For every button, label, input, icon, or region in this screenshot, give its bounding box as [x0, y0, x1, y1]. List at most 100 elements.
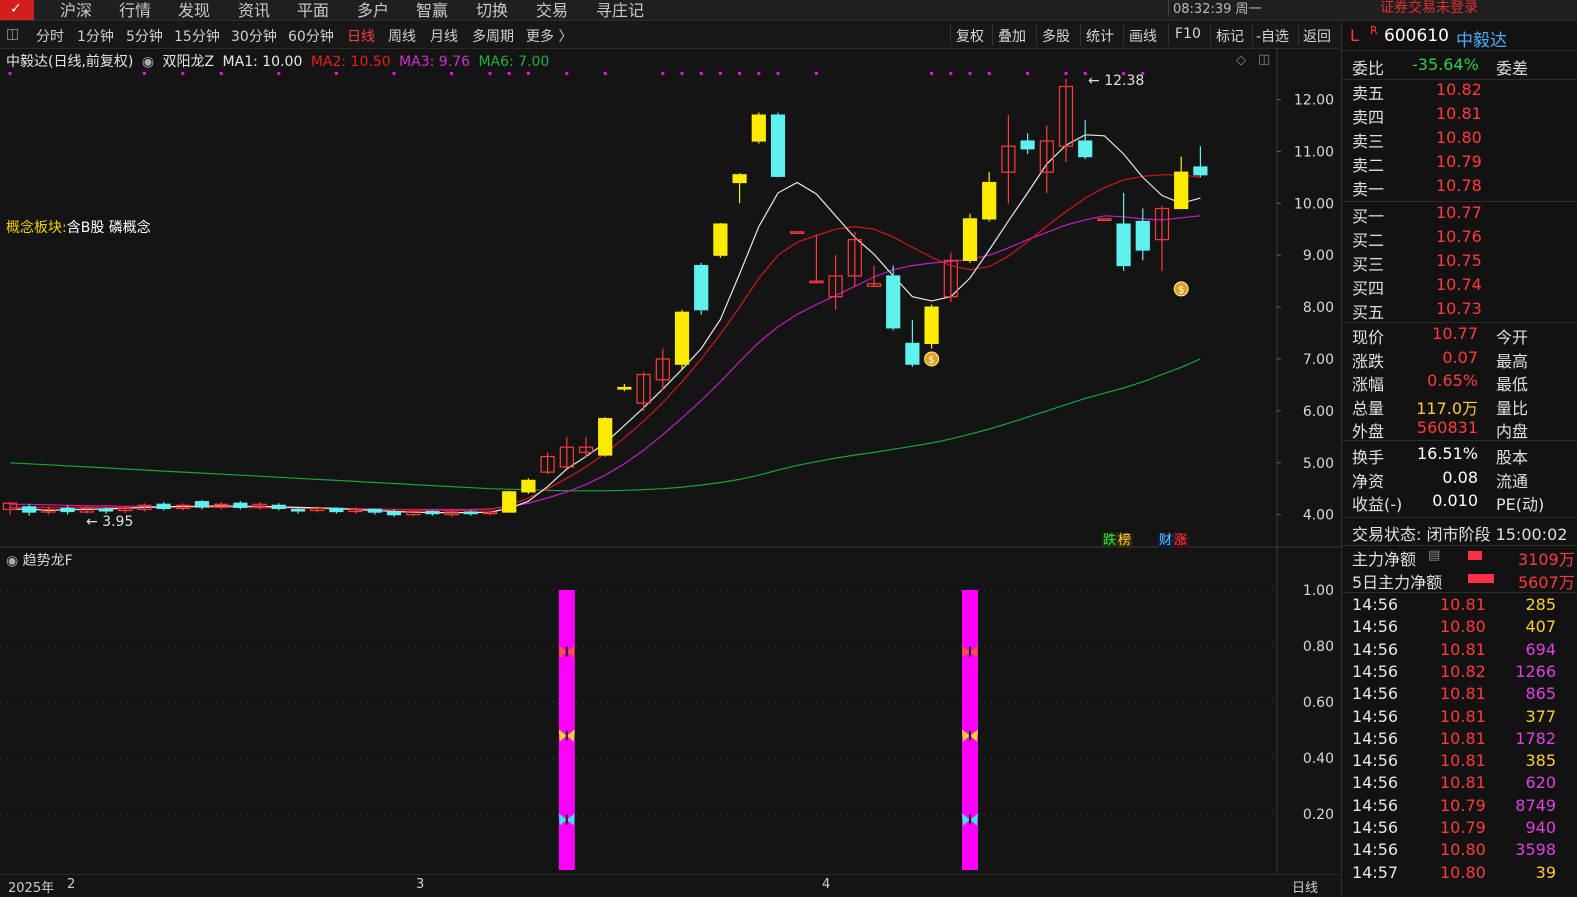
candle[interactable]: [1020, 133, 1035, 154]
candle[interactable]: [982, 172, 997, 222]
ranking-badge[interactable]: 跌榜: [1102, 529, 1133, 548]
tick-row[interactable]: 14:56 10.81 385: [1342, 751, 1577, 773]
tick-row[interactable]: 14:56 10.81 285: [1342, 595, 1577, 617]
period-60min[interactable]: 60分钟: [288, 26, 334, 46]
candle[interactable]: [636, 371, 651, 411]
buy-row[interactable]: 买二 10.76: [1342, 227, 1577, 250]
coin-marker[interactable]: $: [924, 351, 940, 367]
candle[interactable]: [194, 500, 210, 510]
period-fenshi[interactable]: 分时: [36, 26, 64, 46]
candle[interactable]: [2, 501, 18, 515]
list-icon[interactable]: ▤: [1428, 548, 1440, 563]
app-logo[interactable]: ✓: [0, 0, 34, 20]
candle[interactable]: [502, 490, 517, 513]
menu-item-pingmian[interactable]: 平面: [297, 0, 329, 21]
sub-indicator-label[interactable]: ◉ 趋势龙F: [6, 550, 73, 570]
candle[interactable]: [828, 255, 843, 310]
candle[interactable]: [790, 231, 805, 234]
period-more[interactable]: 更多 〉: [526, 26, 572, 46]
candle[interactable]: [905, 320, 920, 367]
period-weekly[interactable]: 周线: [388, 26, 416, 46]
candle[interactable]: [1078, 120, 1093, 160]
candle[interactable]: [1097, 218, 1112, 221]
candle[interactable]: [694, 262, 709, 315]
candle[interactable]: [886, 265, 901, 331]
trend-indicator-chart[interactable]: 1.00 0.80 0.60 0.40 0.20: [0, 548, 1340, 874]
sell-row[interactable]: 卖三 10.80: [1342, 128, 1577, 151]
legend-toggle-icon[interactable]: ◉: [142, 54, 154, 70]
candle[interactable]: [943, 252, 958, 302]
tick-row[interactable]: 14:56 10.80 407: [1342, 617, 1577, 639]
tick-row[interactable]: 14:56 10.81 865: [1342, 684, 1577, 706]
layout-toggle-icon[interactable]: ◫: [6, 26, 19, 42]
candle[interactable]: [1193, 146, 1208, 178]
tick-row[interactable]: 14:56 10.79 940: [1342, 818, 1577, 840]
menu-item-xunzhuangji[interactable]: 寻庄记: [596, 0, 644, 21]
period-monthly[interactable]: 月线: [430, 26, 458, 46]
menu-item-hangqing[interactable]: 行情: [119, 0, 151, 21]
candle[interactable]: [540, 452, 555, 475]
period-15min[interactable]: 15分钟: [174, 26, 220, 46]
panel-toggle-icon[interactable]: ◫: [1258, 52, 1270, 67]
stock-name[interactable]: 中毅达: [1456, 26, 1507, 51]
candle[interactable]: [924, 304, 939, 349]
candle[interactable]: [847, 231, 862, 287]
candle[interactable]: [1116, 192, 1131, 271]
tick-row[interactable]: 14:56 10.82 1266: [1342, 662, 1577, 684]
candle[interactable]: [156, 502, 171, 511]
candle[interactable]: [22, 504, 37, 516]
candle[interactable]: [809, 234, 824, 284]
menu-item-zhiying[interactable]: 智赢: [416, 0, 448, 21]
tool-fanhui[interactable]: 返回: [1303, 26, 1331, 46]
candle[interactable]: [444, 510, 459, 517]
candlestick-chart[interactable]: 12.00 11.00 10.00 9.00 8.00 7.00 6.00 5.00 4.00 $…: [0, 48, 1340, 548]
finance-badge[interactable]: 财涨: [1158, 529, 1189, 548]
tick-row[interactable]: 14:56 10.81 694: [1342, 640, 1577, 662]
candle[interactable]: [233, 501, 248, 510]
sell-row[interactable]: 卖五 10.82: [1342, 80, 1577, 103]
diamond-icon[interactable]: ◇: [1236, 53, 1246, 68]
candle[interactable]: [1001, 115, 1016, 204]
tick-row[interactable]: 14:56 10.81 1782: [1342, 729, 1577, 751]
candle[interactable]: [770, 112, 786, 178]
buy-row[interactable]: 买五 10.73: [1342, 299, 1577, 322]
tick-row[interactable]: 14:57 10.80 39: [1342, 863, 1577, 885]
candle[interactable]: [1174, 156, 1189, 210]
candle[interactable]: [751, 112, 766, 144]
tick-row[interactable]: 14:56 10.81 620: [1342, 773, 1577, 795]
menu-item-faxian[interactable]: 发现: [178, 0, 210, 21]
buy-row[interactable]: 买一 10.77: [1342, 203, 1577, 226]
stock-code[interactable]: 600610: [1384, 26, 1449, 46]
tick-row[interactable]: 14:56 10.79 8749: [1342, 796, 1577, 818]
candle[interactable]: [559, 436, 574, 468]
candle[interactable]: [60, 505, 75, 515]
coin-marker[interactable]: $: [1173, 281, 1189, 297]
tick-row[interactable]: 14:56 10.80 3598: [1342, 840, 1577, 862]
tool-f10[interactable]: F10: [1175, 26, 1201, 42]
tool-biaoji[interactable]: 标记: [1216, 26, 1244, 46]
candle[interactable]: [425, 510, 440, 516]
candle[interactable]: [1135, 208, 1150, 261]
period-daily[interactable]: 日线: [347, 26, 375, 46]
menu-item-hushen[interactable]: 沪深: [60, 0, 92, 21]
tool-huaxian[interactable]: 画线: [1129, 26, 1157, 46]
login-warning[interactable]: 证券交易未登录: [1380, 0, 1478, 17]
sub-toggle-icon[interactable]: ◉: [6, 553, 18, 569]
sell-row[interactable]: 卖二 10.79: [1342, 152, 1577, 175]
candle[interactable]: [521, 478, 536, 494]
period-1min[interactable]: 1分钟: [77, 26, 114, 46]
tool-duogu[interactable]: 多股: [1042, 26, 1070, 46]
signal-bar[interactable]: [558, 590, 575, 870]
candle[interactable]: [617, 383, 632, 392]
candle[interactable]: [271, 503, 286, 511]
period-5min[interactable]: 5分钟: [126, 26, 163, 46]
tick-row[interactable]: 14:56 10.81 377: [1342, 707, 1577, 729]
candle[interactable]: [674, 309, 690, 370]
period-30min[interactable]: 30分钟: [231, 26, 277, 46]
signal-bar[interactable]: [962, 590, 978, 870]
sell-row[interactable]: 卖一 10.78: [1342, 176, 1577, 199]
legend-indicator-name[interactable]: 双阳龙Z: [163, 54, 215, 70]
menu-item-zixun[interactable]: 资讯: [238, 0, 270, 21]
menu-item-jiaoyi[interactable]: 交易: [536, 0, 568, 21]
buy-row[interactable]: 买四 10.74: [1342, 275, 1577, 298]
